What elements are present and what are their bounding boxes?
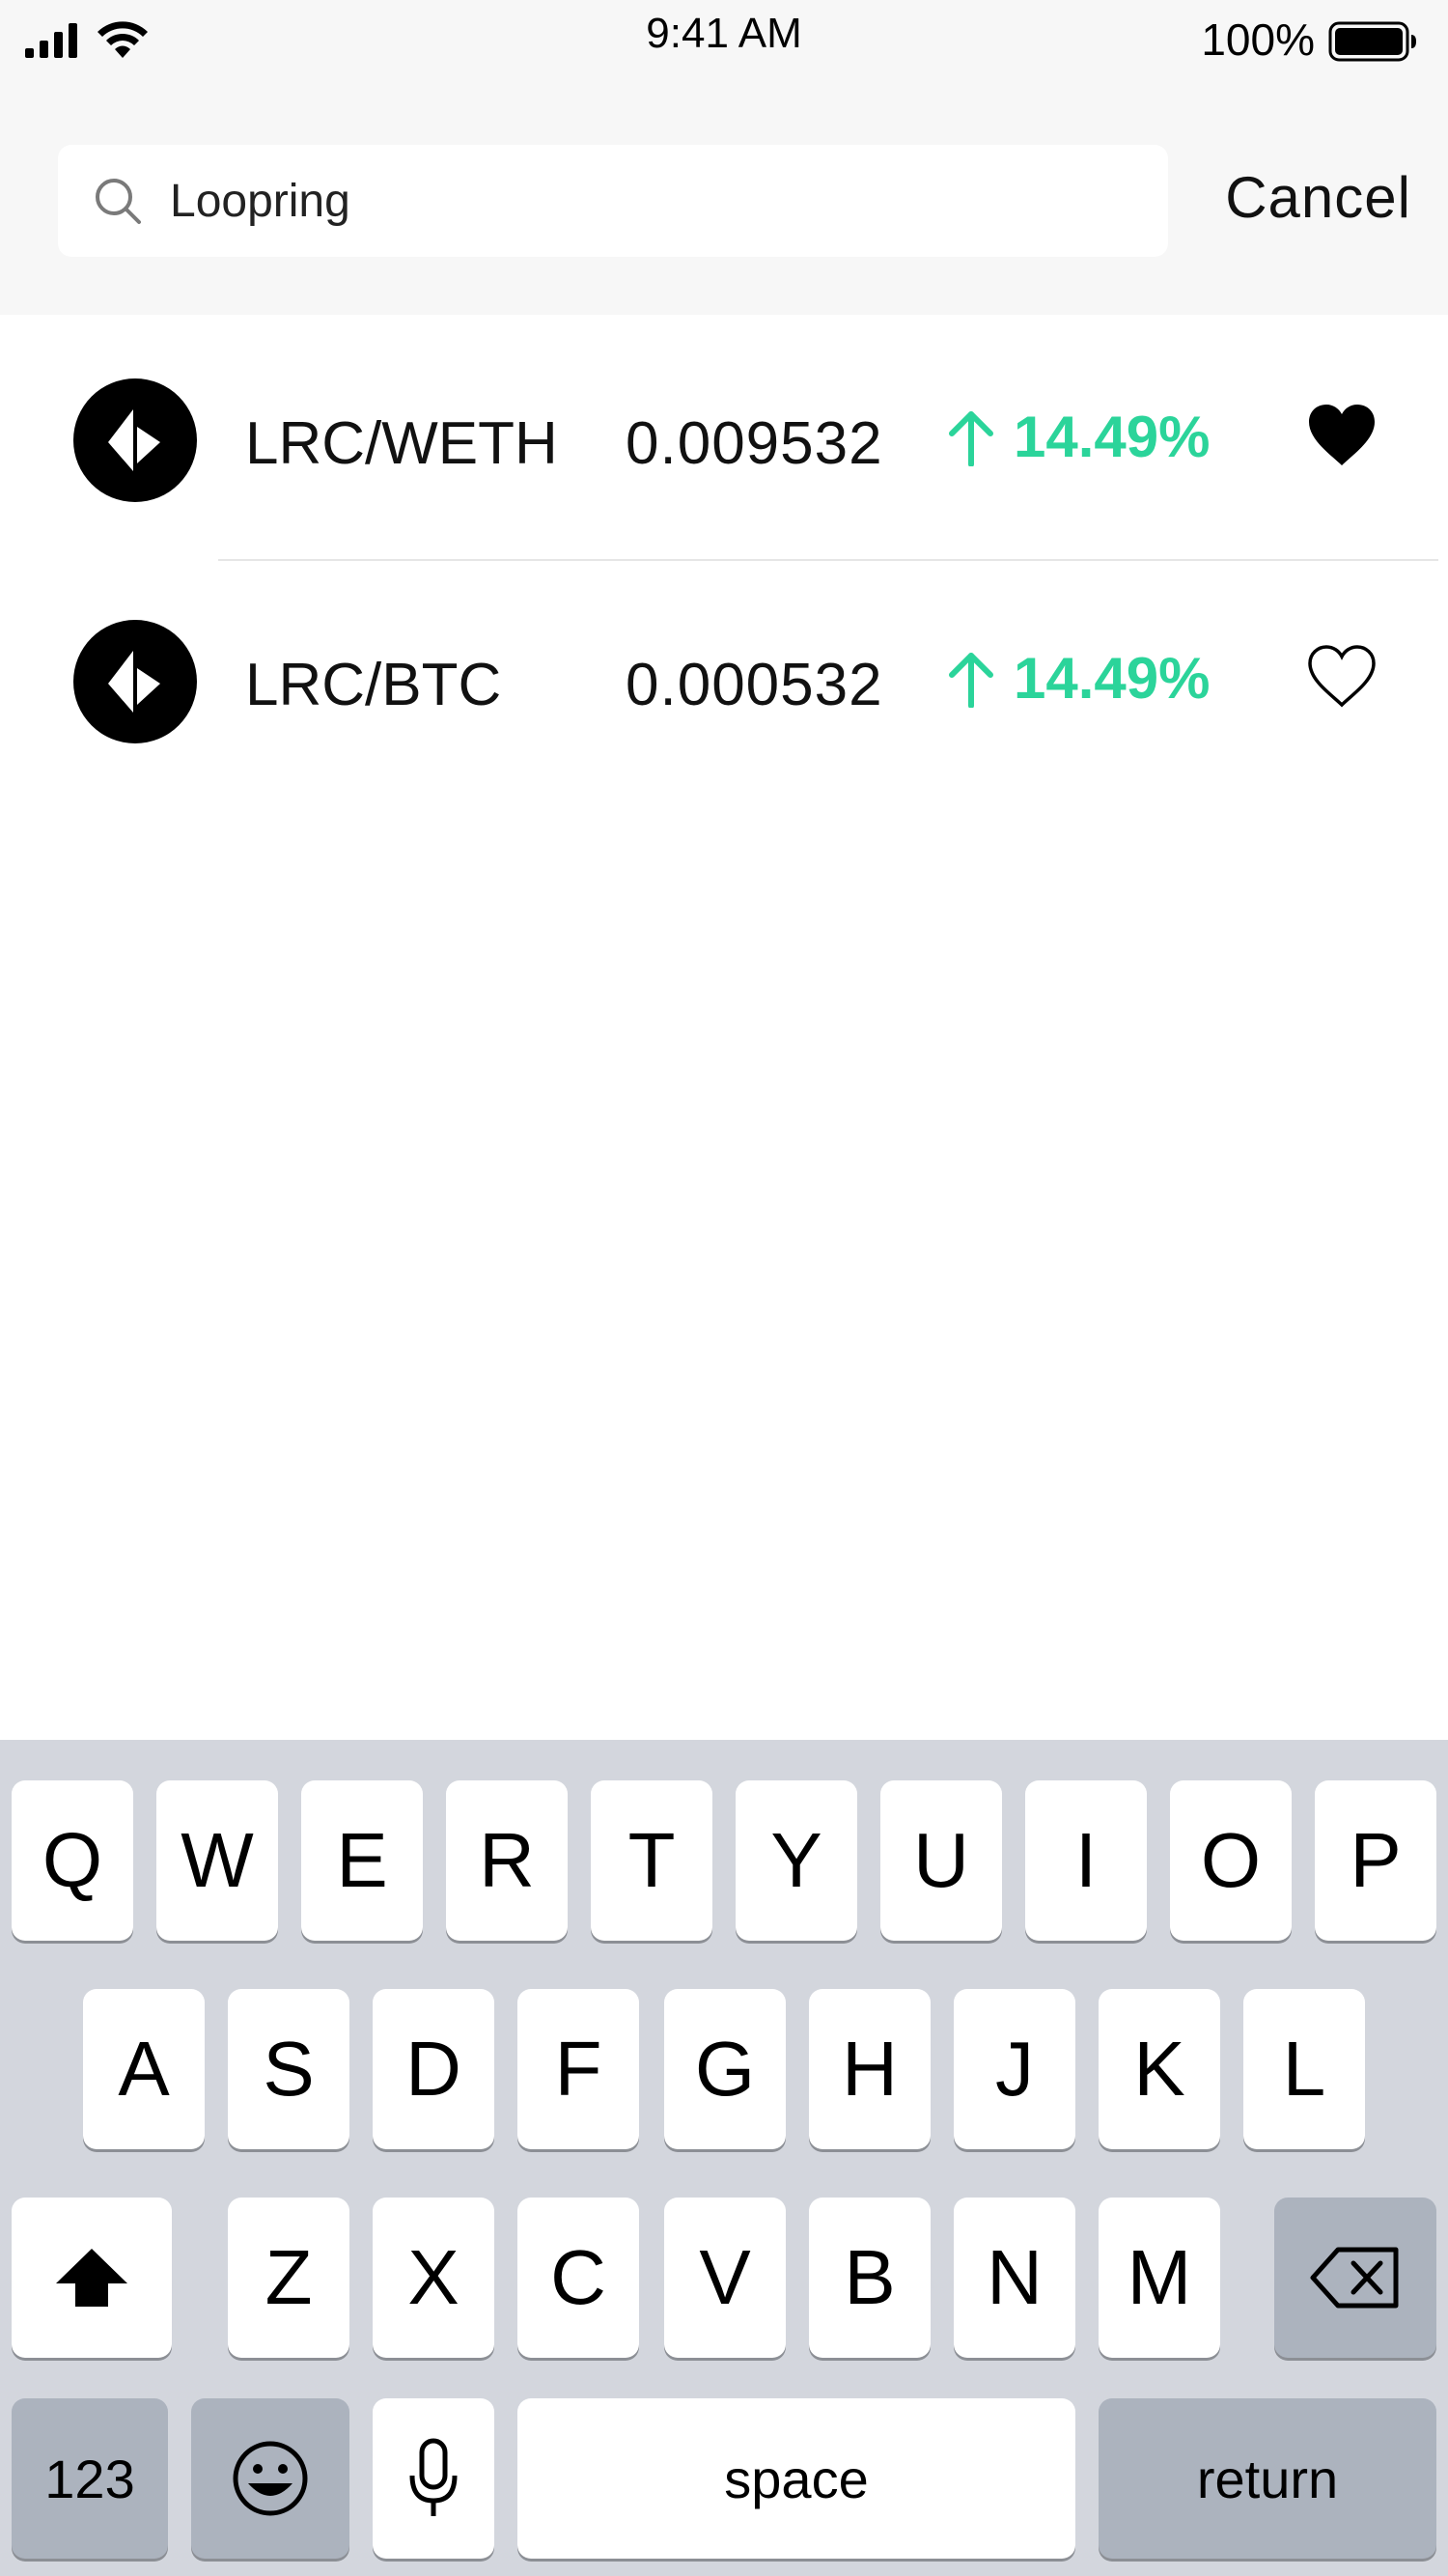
key-o[interactable]: O bbox=[1170, 1780, 1292, 1941]
search-bar[interactable] bbox=[58, 145, 1168, 257]
key-v[interactable]: V bbox=[664, 2198, 786, 2358]
key-p[interactable]: P bbox=[1315, 1780, 1436, 1941]
numbers-key[interactable]: 123 bbox=[12, 2398, 168, 2559]
key-j[interactable]: J bbox=[954, 1989, 1075, 2149]
battery-percent: 100% bbox=[1201, 14, 1315, 65]
microphone-key[interactable] bbox=[373, 2398, 494, 2559]
search-input[interactable] bbox=[170, 168, 1135, 234]
price: 0.000532 bbox=[626, 652, 883, 718]
change-value: 14.49% bbox=[1014, 405, 1211, 469]
search-icon bbox=[96, 179, 141, 224]
change-value: 14.49% bbox=[1014, 646, 1211, 711]
key-f[interactable]: F bbox=[517, 1989, 639, 2149]
key-y[interactable]: Y bbox=[736, 1780, 857, 1941]
shift-key[interactable] bbox=[12, 2198, 172, 2358]
emoji-icon bbox=[233, 2441, 308, 2516]
key-x[interactable]: X bbox=[373, 2198, 494, 2358]
key-i[interactable]: I bbox=[1025, 1780, 1147, 1941]
header-area: 9:41 AM 100% Cancel bbox=[0, 0, 1448, 315]
loopring-logo-icon bbox=[73, 378, 197, 502]
key-s[interactable]: S bbox=[228, 1989, 349, 2149]
shift-icon bbox=[56, 2249, 127, 2307]
key-l[interactable]: L bbox=[1243, 1989, 1365, 2149]
pair-name: LRC/WETH bbox=[245, 410, 558, 477]
list-item[interactable]: LRC/BTC 0.000532 14.49% bbox=[0, 560, 1448, 799]
key-g[interactable]: G bbox=[664, 1989, 786, 2149]
arrow-up-icon bbox=[949, 410, 993, 466]
key-n[interactable]: N bbox=[954, 2198, 1075, 2358]
key-b[interactable]: B bbox=[809, 2198, 931, 2358]
pair-name: LRC/BTC bbox=[245, 652, 502, 718]
status-bar: 9:41 AM 100% bbox=[0, 0, 1448, 77]
key-r[interactable]: R bbox=[446, 1780, 568, 1941]
key-k[interactable]: K bbox=[1099, 1989, 1220, 2149]
key-h[interactable]: H bbox=[809, 1989, 931, 2149]
key-d[interactable]: D bbox=[373, 1989, 494, 2149]
key-z[interactable]: Z bbox=[228, 2198, 349, 2358]
key-w[interactable]: W bbox=[156, 1780, 278, 1941]
list-item[interactable]: LRC/WETH 0.009532 14.49% bbox=[0, 319, 1448, 558]
key-t[interactable]: T bbox=[591, 1780, 712, 1941]
battery-icon bbox=[1328, 21, 1416, 62]
change-percent: 14.49% bbox=[948, 645, 1211, 712]
microphone-icon bbox=[409, 2438, 458, 2516]
key-a[interactable]: A bbox=[83, 1989, 205, 2149]
keyboard: Q W E R T Y U I O P A S D F G H J K L Z … bbox=[0, 1740, 1448, 2576]
key-u[interactable]: U bbox=[880, 1780, 1002, 1941]
price: 0.009532 bbox=[626, 410, 883, 477]
emoji-key[interactable] bbox=[191, 2398, 349, 2559]
return-key[interactable]: return bbox=[1099, 2398, 1436, 2559]
heart-filled-icon[interactable] bbox=[1305, 402, 1378, 469]
change-percent: 14.49% bbox=[948, 404, 1211, 470]
heart-outline-icon[interactable] bbox=[1305, 643, 1378, 711]
arrow-up-icon bbox=[949, 652, 993, 708]
cancel-button[interactable]: Cancel bbox=[1225, 164, 1411, 231]
key-e[interactable]: E bbox=[301, 1780, 423, 1941]
key-c[interactable]: C bbox=[517, 2198, 639, 2358]
loopring-logo-icon bbox=[73, 620, 197, 743]
key-q[interactable]: Q bbox=[12, 1780, 133, 1941]
key-m[interactable]: M bbox=[1099, 2198, 1220, 2358]
delete-key[interactable] bbox=[1274, 2198, 1436, 2358]
backspace-icon bbox=[1310, 2247, 1399, 2309]
space-key[interactable]: space bbox=[517, 2398, 1075, 2559]
